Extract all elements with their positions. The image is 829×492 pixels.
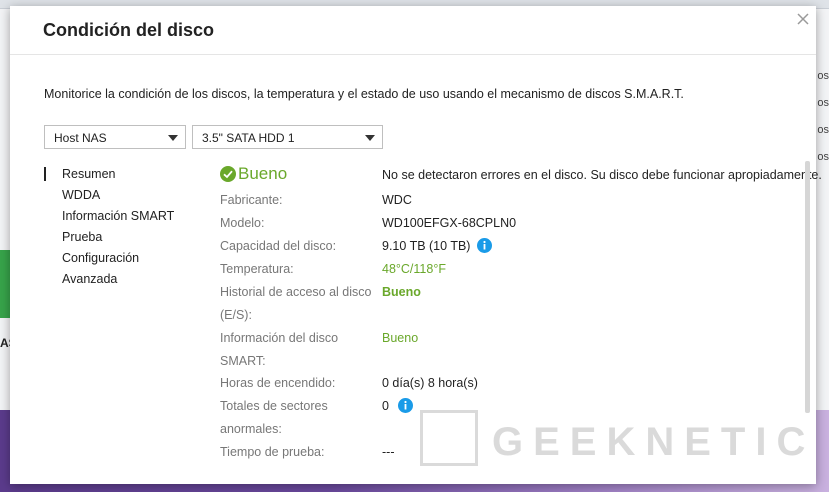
power-on-hours-label: Horas de encendido:	[220, 376, 336, 390]
sidebar-item-configuration[interactable]: Configuración	[44, 251, 174, 272]
close-icon[interactable]	[796, 12, 810, 26]
dialog-description: Monitorice la condición de los discos, l…	[44, 87, 684, 101]
sidebar-nav: Resumen WDDA Información SMART Prueba Co…	[44, 167, 174, 293]
sidebar-item-smart-info[interactable]: Información SMART	[44, 209, 174, 230]
info-icon[interactable]	[477, 238, 492, 253]
smart-info-label-cont: SMART:	[220, 354, 266, 368]
manufacturer-value: WDC	[382, 193, 412, 207]
chevron-down-icon	[365, 135, 375, 141]
abnormal-sectors-label-cont: anormales:	[220, 422, 282, 436]
host-select[interactable]: Host NAS	[44, 125, 186, 149]
status-message: No se detectaron errores en el disco. Su…	[382, 168, 822, 182]
dialog-title: Condición del disco	[43, 20, 215, 40]
abnormal-sectors-label: Totales de sectores	[220, 399, 328, 413]
check-circle-icon	[220, 166, 236, 182]
sidebar-item-wdda[interactable]: WDDA	[44, 188, 174, 209]
smart-info-label: Información del disco	[220, 331, 339, 345]
io-history-label-cont: (E/S):	[220, 308, 252, 322]
temperature-value: 48°C/118°F	[382, 262, 446, 276]
host-select-value: Host NAS	[54, 131, 107, 145]
info-icon[interactable]	[398, 398, 413, 413]
dialog-header: Condición del disco	[10, 6, 816, 55]
capacity-label: Capacidad del disco:	[220, 239, 337, 253]
model-value: WD100EFGX-68CPLN0	[382, 216, 517, 230]
test-time-label: Tiempo de prueba:	[220, 445, 325, 459]
disk-select-value: 3.5" SATA HDD 1	[202, 131, 295, 145]
test-time-value: ---	[382, 445, 395, 459]
power-on-hours-value: 0 día(s) 8 hora(s)	[382, 376, 478, 390]
watermark-logo	[420, 410, 478, 466]
capacity-value: 9.10 TB (10 TB)	[382, 239, 471, 253]
smart-info-value: Bueno	[382, 331, 419, 345]
sidebar-item-test[interactable]: Prueba	[44, 230, 174, 251]
disk-select[interactable]: 3.5" SATA HDD 1	[192, 125, 383, 149]
io-history-value: Bueno	[382, 285, 421, 299]
sidebar-item-summary[interactable]: Resumen	[44, 167, 174, 188]
model-label: Modelo:	[220, 216, 265, 230]
status-label: Bueno	[238, 164, 288, 183]
temperature-label: Temperatura:	[220, 262, 294, 276]
sidebar-item-advanced[interactable]: Avanzada	[44, 272, 174, 293]
disk-health-dialog: Condición del disco Monitorice la condic…	[10, 6, 822, 484]
watermark-text: GEEKNETIC	[492, 420, 816, 464]
io-history-label: Historial de acceso al disco	[220, 285, 372, 299]
abnormal-sectors-value: 0	[382, 399, 389, 413]
content-scrollbar[interactable]	[805, 161, 810, 413]
chevron-down-icon	[168, 135, 178, 141]
manufacturer-label: Fabricante:	[220, 193, 283, 207]
